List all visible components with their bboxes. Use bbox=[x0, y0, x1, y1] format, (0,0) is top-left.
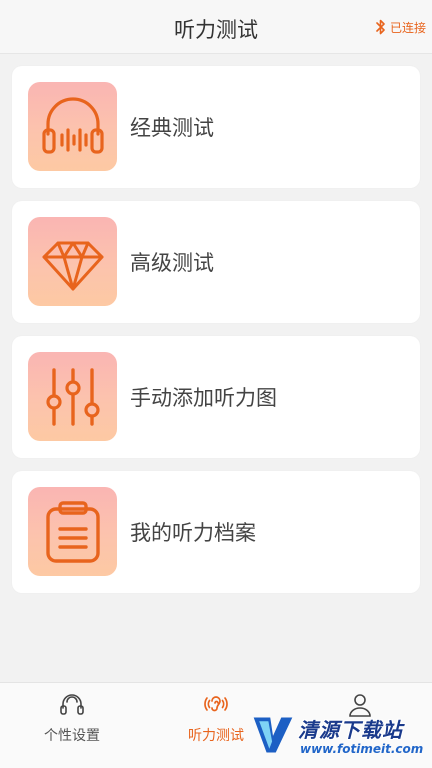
bluetooth-icon bbox=[376, 19, 385, 35]
tab-label: 听力测试 bbox=[188, 728, 244, 744]
headset-icon bbox=[60, 694, 84, 715]
page-title: 听力测试 bbox=[174, 18, 258, 42]
site-watermark: 清源下载站 www.fotimeit.com bbox=[250, 710, 430, 766]
app-header: 听力测试 已连接 bbox=[0, 0, 432, 54]
card-icon-bg bbox=[28, 217, 117, 306]
test-menu: 经典测试 高级测试 手动添加听力图 我的听力档案 bbox=[12, 66, 420, 606]
sliders-icon bbox=[45, 367, 100, 426]
card-icon-bg bbox=[28, 82, 117, 171]
card-icon-bg bbox=[28, 352, 117, 441]
tab-personal-settings[interactable]: 个性设置 bbox=[0, 683, 144, 768]
card-label: 手动添加听力图 bbox=[130, 386, 277, 410]
card-label: 高级测试 bbox=[130, 251, 214, 275]
diamond-icon bbox=[42, 241, 103, 290]
bluetooth-status-label: 已连接 bbox=[389, 20, 426, 35]
ear-icon bbox=[204, 696, 228, 712]
manual-audiogram-card[interactable]: 手动添加听力图 bbox=[12, 336, 420, 458]
watermark-url: www.fotimeit.com bbox=[300, 742, 424, 756]
watermark-logo-icon bbox=[253, 717, 293, 753]
hearing-profile-card[interactable]: 我的听力档案 bbox=[12, 471, 420, 593]
classic-test-card[interactable]: 经典测试 bbox=[12, 66, 420, 188]
bluetooth-status[interactable]: 已连接 bbox=[375, 18, 426, 36]
tab-label: 个性设置 bbox=[44, 728, 100, 744]
headphones-icon bbox=[41, 96, 104, 154]
card-icon-bg bbox=[28, 487, 117, 576]
card-label: 我的听力档案 bbox=[130, 521, 256, 545]
card-label: 经典测试 bbox=[130, 116, 214, 140]
advanced-test-card[interactable]: 高级测试 bbox=[12, 201, 420, 323]
clipboard-icon bbox=[45, 500, 100, 563]
watermark-text: 清源下载站 bbox=[298, 718, 403, 742]
